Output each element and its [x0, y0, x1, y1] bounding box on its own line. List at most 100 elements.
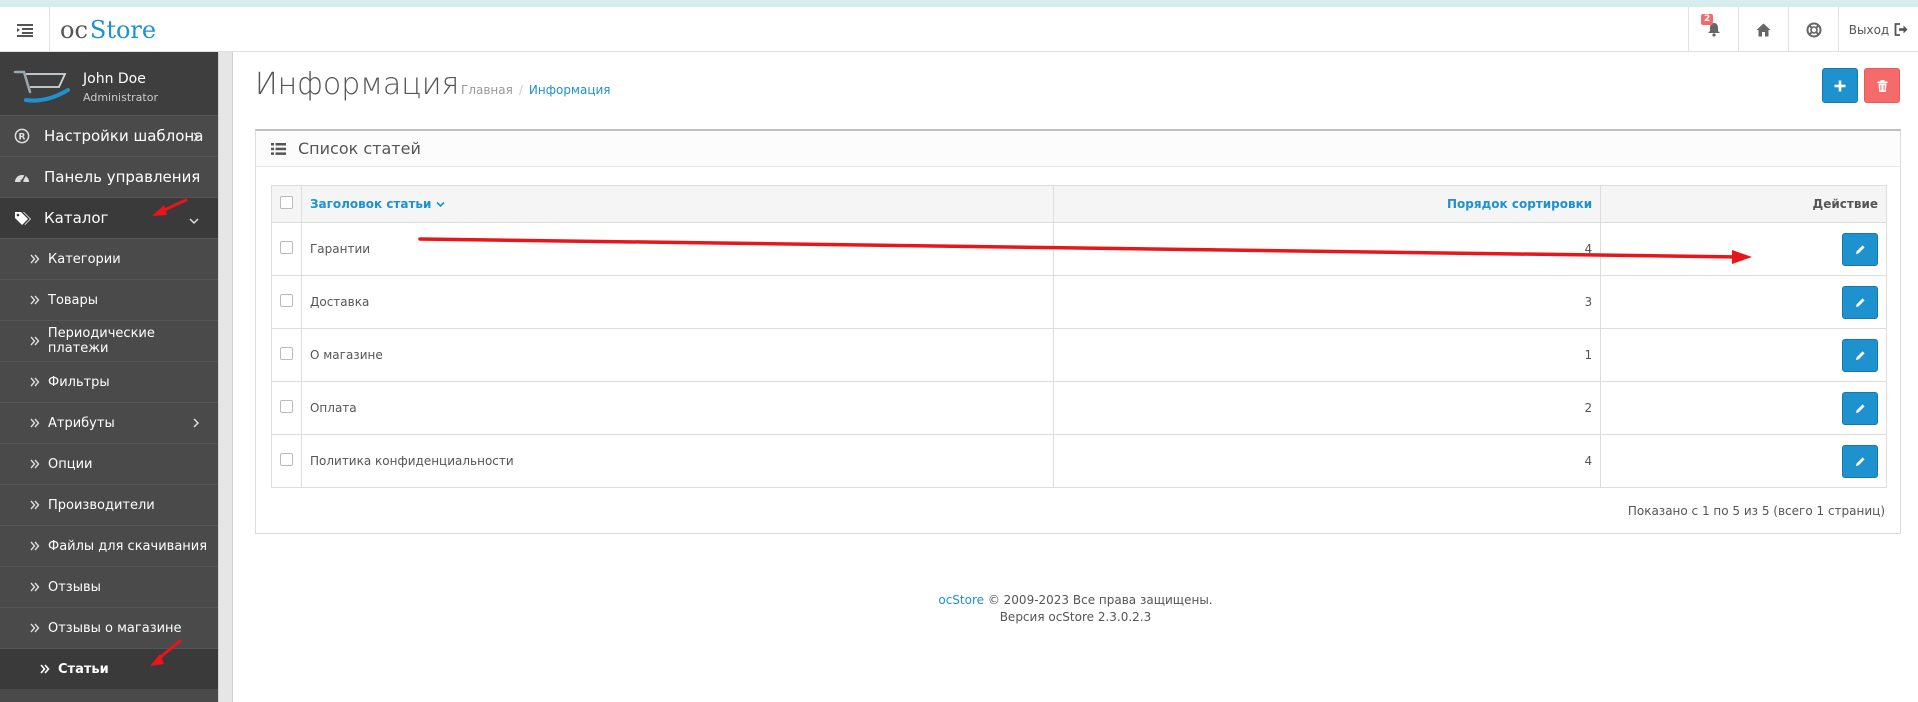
sidebar-item-label: Товары — [48, 292, 99, 308]
column-action-header: Действие — [1600, 185, 1887, 223]
sidebar-item-label: Атрибуты — [48, 415, 115, 431]
row-action-cell — [1600, 434, 1887, 488]
double-chevron-right-icon — [30, 541, 42, 551]
pencil-icon — [1855, 297, 1865, 307]
home-icon — [1756, 23, 1771, 36]
breadcrumb-separator: / — [518, 83, 523, 97]
column-title-header[interactable]: Заголовок статьи — [300, 185, 1054, 223]
breadcrumb-home-link[interactable]: Главная — [461, 83, 513, 97]
articles-panel: Список статей Заголовок статьи Порядок с… — [255, 129, 1901, 534]
article-title: О магазине — [300, 328, 1054, 382]
sidebar-item-label: Периодические платежи — [47, 326, 155, 356]
sidebar-item-downloads[interactable]: Файлы для скачивания — [0, 525, 218, 566]
row-checkbox[interactable] — [279, 400, 293, 413]
double-chevron-right-icon — [30, 500, 42, 510]
select-all-cell — [271, 185, 302, 223]
sidebar-item-filters[interactable]: Фильтры — [0, 361, 218, 402]
sidebar-item-label: Панель управления — [44, 168, 201, 186]
sidebar-item-label: Опции — [48, 456, 93, 472]
double-chevron-right-icon — [40, 664, 52, 674]
logout-button[interactable]: Выход — [1838, 7, 1918, 52]
sidebar-item-reviews[interactable]: Отзывы — [0, 566, 218, 607]
select-all-checkbox[interactable] — [279, 196, 293, 209]
footer-version: Версия ocStore 2.3.0.2.3 — [999, 610, 1152, 624]
row-checkbox[interactable] — [279, 294, 293, 307]
column-sort-order-header[interactable]: Порядок сортировки — [1052, 185, 1602, 223]
article-sort-order: 1 — [1052, 328, 1602, 382]
registered-icon: R — [14, 128, 36, 144]
list-icon — [271, 142, 286, 155]
double-chevron-right-icon — [30, 336, 42, 346]
row-action-cell — [1600, 222, 1887, 276]
pencil-icon — [1855, 403, 1865, 413]
trash-icon — [1877, 79, 1887, 92]
chevron-right-icon — [192, 417, 200, 433]
row-select-cell — [271, 328, 302, 382]
column-title-label: Заголовок статьи — [309, 197, 432, 211]
row-select-cell — [271, 275, 302, 329]
plus-icon — [1834, 80, 1846, 91]
row-checkbox[interactable] — [279, 347, 293, 360]
row-action-cell — [1600, 381, 1887, 435]
chevron-down-icon — [188, 211, 200, 229]
double-chevron-right-icon — [30, 377, 42, 387]
edit-button[interactable] — [1842, 391, 1878, 425]
sidebar-item-label: Настройки шаблона — [44, 127, 204, 145]
add-button[interactable] — [1822, 68, 1858, 103]
article-sort-order: 2 — [1052, 381, 1602, 435]
row-checkbox[interactable] — [279, 241, 293, 254]
breadcrumb-current-link[interactable]: Информация — [529, 83, 611, 97]
edit-button[interactable] — [1842, 232, 1878, 266]
double-chevron-right-icon — [30, 254, 42, 264]
tags-icon — [14, 211, 36, 225]
footer-brand-link[interactable]: ocStore — [938, 593, 984, 607]
row-action-cell — [1600, 328, 1887, 382]
delete-button[interactable] — [1864, 68, 1900, 103]
sidebar-item-dashboard[interactable]: Панель управления — [0, 156, 218, 197]
table-row: Доставка 3 — [271, 275, 1887, 329]
caret-down-icon — [436, 201, 445, 208]
sidebar-item-attributes[interactable]: Атрибуты — [0, 402, 218, 443]
home-button[interactable] — [1738, 7, 1788, 52]
sidebar-item-options[interactable]: Опции — [0, 443, 218, 484]
notification-badge: 2 — [1701, 14, 1714, 25]
breadcrumb: Главная / Информация — [461, 83, 611, 97]
sidebar-item-categories[interactable]: Категории — [0, 238, 218, 279]
cart-logo-icon — [13, 70, 70, 103]
row-select-cell — [271, 222, 302, 276]
edit-button[interactable] — [1842, 338, 1878, 372]
table-row: Оплата 2 — [271, 381, 1887, 435]
table-row: Политика конфиденциальности 4 — [271, 434, 1887, 488]
notifications-button[interactable]: 2 — [1688, 7, 1738, 52]
article-title: Политика конфиденциальности — [300, 434, 1054, 488]
logo[interactable]: oc Store — [60, 13, 156, 46]
article-title: Гарантии — [300, 222, 1054, 276]
pagination-info: Показано с 1 по 5 из 5 (всего 1 страниц) — [1627, 504, 1885, 518]
page-title: Информация — [255, 67, 460, 102]
row-checkbox[interactable] — [279, 453, 293, 466]
sidebar-item-label: Каталог — [44, 209, 109, 227]
edit-button[interactable] — [1842, 285, 1878, 319]
panel-heading: Список статей — [256, 131, 1900, 167]
sidebar-item-manufacturers[interactable]: Производители — [0, 484, 218, 525]
svg-text:R: R — [19, 133, 26, 143]
article-sort-order: 4 — [1052, 222, 1602, 276]
profile-name: John Doe — [83, 71, 146, 87]
user-profile[interactable]: John Doe Administrator — [0, 52, 218, 115]
article-title: Оплата — [300, 381, 1054, 435]
double-chevron-right-icon — [30, 623, 42, 633]
sidebar-item-recurring[interactable]: Периодические платежи — [0, 320, 218, 361]
double-chevron-right-icon — [30, 582, 42, 592]
menu-toggle-button[interactable] — [0, 7, 50, 52]
sidebar-item-label: Отзывы — [48, 579, 101, 595]
sidebar-item-products[interactable]: Товары — [0, 279, 218, 320]
article-sort-order: 4 — [1052, 434, 1602, 488]
sidebar-item-articles[interactable]: Статьи — [0, 648, 218, 689]
edit-button[interactable] — [1842, 444, 1878, 478]
sidebar-item-store-reviews[interactable]: Отзывы о магазине — [0, 607, 218, 648]
main-content: Информация Главная / Информация Список ста… — [233, 52, 1918, 702]
sidebar-item-template-settings[interactable]: R Настройки шаблона — [0, 115, 218, 156]
sidebar-item-catalog[interactable]: Каталог — [0, 197, 218, 238]
help-button[interactable] — [1788, 7, 1838, 52]
top-strip — [0, 0, 1918, 7]
